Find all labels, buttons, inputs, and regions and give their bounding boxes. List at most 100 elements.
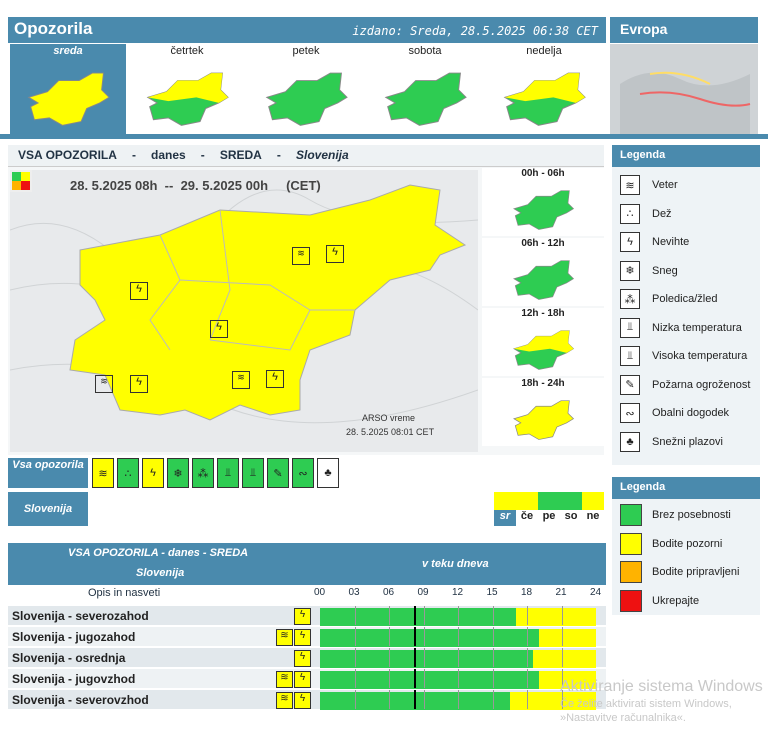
sep3: - — [276, 148, 281, 162]
level-swatch — [620, 504, 642, 527]
hour-label: 24 — [590, 587, 602, 598]
wind-icon[interactable]: ≋ — [276, 671, 293, 688]
title-today: danes — [151, 148, 186, 162]
region-table: VSA OPOZORILA - danes - SREDA Slovenija … — [8, 543, 606, 713]
time-slot-1[interactable]: 06h - 12h — [482, 238, 604, 306]
level-swatch — [620, 561, 642, 584]
legend-label: Nevihte — [652, 236, 690, 249]
legend-label: Veter — [652, 179, 678, 192]
day-tab-0[interactable]: sreda — [10, 44, 126, 134]
slot-map — [513, 260, 575, 300]
day-button[interactable]: če — [516, 510, 538, 526]
storm-icon[interactable]: ϟ — [210, 320, 228, 338]
sep2: - — [200, 148, 205, 162]
filter-icon-0[interactable]: ≋ — [92, 458, 114, 488]
day-tab-3[interactable]: sobota — [367, 44, 483, 134]
day-button[interactable]: so — [560, 510, 582, 526]
legend-label: Snežni plazovi — [652, 435, 723, 448]
day-label: petek — [292, 45, 320, 57]
table-time-header: v teku dneva — [422, 558, 489, 570]
slot-label: 12h - 18h — [521, 308, 565, 319]
storm-icon[interactable]: ϟ — [326, 245, 344, 263]
header-bar: Opozorila izdano: Sreda, 28.5.2025 06:38… — [8, 17, 606, 43]
storm-icon[interactable]: ϟ — [294, 692, 311, 709]
storm-icon[interactable]: ϟ — [266, 370, 284, 388]
legend-icon: ∴ — [620, 203, 640, 224]
region-name: Slovenija - jugozahod — [12, 630, 136, 644]
filter-icon-5[interactable]: ⫫ — [217, 458, 239, 488]
row-slovenija[interactable]: Slovenija — [8, 492, 88, 526]
legend-icon: ⫫ — [620, 317, 640, 338]
filter-icon-6[interactable]: ⫫ — [242, 458, 264, 488]
storm-icon[interactable]: ϟ — [294, 629, 311, 646]
legend-icon: ≋ — [620, 175, 640, 196]
legend-item: ♣ Snežni plazovi — [612, 428, 760, 457]
time-slot-3[interactable]: 18h - 24h — [482, 378, 604, 446]
filter-icon-7[interactable]: ✎ — [267, 458, 289, 488]
legend-item: ∴ Dež — [612, 200, 760, 229]
storm-icon[interactable]: ϟ — [130, 375, 148, 393]
slot-map — [513, 190, 575, 230]
row-all-warnings[interactable]: Vsa opozorila — [8, 458, 88, 488]
day-label: četrtek — [170, 45, 204, 57]
level-yellow — [538, 629, 596, 647]
wind-icon[interactable]: ≋ — [276, 629, 293, 646]
day-label: sreda — [53, 45, 83, 57]
day-button[interactable]: sr — [494, 510, 516, 526]
wind-icon[interactable]: ≋ — [232, 371, 250, 389]
day-tab-1[interactable]: četrtek — [129, 44, 245, 134]
filter-icon-3[interactable]: ❄ — [167, 458, 189, 488]
time-slot-2[interactable]: 12h - 18h — [482, 308, 604, 376]
region-name: Slovenija - severovzhod — [12, 693, 149, 707]
sep1: - — [131, 148, 136, 162]
hour-label: 00 — [314, 587, 326, 598]
day-button[interactable]: ne — [582, 510, 604, 526]
legend-label: Dež — [652, 207, 672, 220]
main-title-bar: VSA OPOZORILA - danes - SREDA - Slovenij… — [8, 145, 604, 167]
legend-title: Legenda — [612, 145, 760, 167]
table-row[interactable]: Slovenija - jugovzhod ≋ ϟ — [8, 669, 606, 689]
storm-icon[interactable]: ϟ — [294, 650, 311, 667]
europe-link[interactable]: Evropa — [610, 17, 758, 43]
storm-icon[interactable]: ϟ — [130, 282, 148, 300]
legend-item: ⫫ Nizka temperatura — [612, 314, 760, 343]
wind-icon[interactable]: ≋ — [276, 692, 293, 709]
slot-label: 00h - 06h — [521, 168, 565, 179]
title-day: SREDA — [219, 148, 262, 162]
table-row[interactable]: Slovenija - severozahod ϟ — [8, 606, 606, 626]
day-map — [384, 72, 467, 126]
storm-icon[interactable]: ϟ — [294, 671, 311, 688]
filter-icon-2[interactable]: ϟ — [142, 458, 164, 488]
map-credit-time: 28. 5.2025 08:01 CET — [346, 427, 435, 437]
table-row[interactable]: Slovenija - severovzhod ≋ ϟ — [8, 690, 606, 710]
day-map — [146, 72, 229, 126]
europe-map[interactable] — [610, 44, 758, 134]
day-tab-2[interactable]: petek — [248, 44, 364, 134]
hour-label: 21 — [555, 587, 567, 598]
legend-level: Brez posebnosti — [612, 501, 760, 530]
legend-icon: ⁂ — [620, 289, 640, 310]
time-slot-0[interactable]: 00h - 06h — [482, 168, 604, 236]
wind-icon[interactable]: ≋ — [95, 375, 113, 393]
legend-level: Bodite pozorni — [612, 530, 760, 559]
legend-label: Obalni dogodek — [652, 407, 730, 420]
legend-icon: ϟ — [620, 232, 640, 253]
legend-icon: ⫫ — [620, 346, 640, 367]
legend-label: Nizka temperatura — [652, 321, 742, 334]
filter-icon-9[interactable]: ♣ — [317, 458, 339, 488]
main-map[interactable]: 28. 5.2025 08h -- 29. 5.2025 00h (CET) A… — [9, 170, 479, 452]
filter-icon-8[interactable]: ∾ — [292, 458, 314, 488]
table-row[interactable]: Slovenija - osrednja ϟ — [8, 648, 606, 668]
filter-icon-4[interactable]: ⁂ — [192, 458, 214, 488]
storm-icon[interactable]: ϟ — [294, 608, 311, 625]
day-button[interactable]: pe — [538, 510, 560, 526]
filter-icon-1[interactable]: ∴ — [117, 458, 139, 488]
region-name: Slovenija - severozahod — [12, 609, 149, 623]
table-row[interactable]: Slovenija - jugozahod ≋ ϟ — [8, 627, 606, 647]
slot-label: 18h - 24h — [521, 378, 565, 389]
wind-icon[interactable]: ≋ — [292, 247, 310, 265]
table-title: VSA OPOZORILA - danes - SREDA — [68, 547, 249, 559]
region-name: Slovenija - osrednja — [12, 651, 126, 665]
legend-level: Ukrepajte — [612, 587, 760, 616]
day-tab-4[interactable]: nedelja — [486, 44, 602, 134]
